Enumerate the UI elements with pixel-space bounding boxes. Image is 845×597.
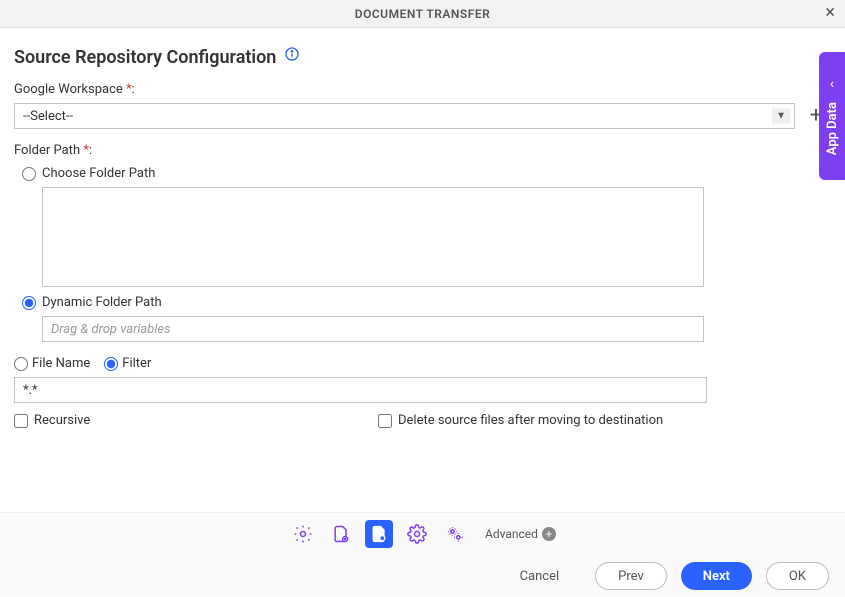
section-header: Source Repository Configuration [14,46,827,68]
folder-path-box[interactable] [42,187,704,287]
footer: Advanced + Cancel Prev Next OK [0,512,845,596]
chevron-left-icon: ‹ [830,76,834,92]
dynamic-folder-input[interactable]: Drag & drop variables [42,316,704,342]
workspace-label: Google Workspace *: [14,82,827,97]
footer-buttons: Cancel Prev Next OK [0,555,845,597]
delete-source-label[interactable]: Delete source files after moving to dest… [398,413,663,428]
document-out-icon[interactable] [327,520,355,548]
delete-source-checkbox[interactable] [378,414,392,428]
advanced-button[interactable]: Advanced + [485,527,556,541]
file-name-label[interactable]: File Name [32,356,90,371]
filter-radio[interactable] [104,357,118,371]
workspace-select[interactable]: --Select-- ▼ [14,103,795,129]
prev-button[interactable]: Prev [595,562,667,590]
workspace-field: Google Workspace *: --Select-- ▼ + [14,82,827,129]
filter-label[interactable]: Filter [122,356,151,371]
close-icon[interactable]: × [825,4,835,22]
folder-path-field: Folder Path *: Choose Folder Path Dynami… [14,143,827,342]
cancel-button[interactable]: Cancel [498,562,582,590]
choose-folder-label[interactable]: Choose Folder Path [42,166,155,181]
gear-outline-icon[interactable] [403,520,431,548]
chevron-down-icon: ▼ [772,109,790,124]
dynamic-folder-placeholder: Drag & drop variables [51,322,171,337]
dynamic-folder-radio-row: Dynamic Folder Path [22,295,827,310]
choose-folder-radio-row: Choose Folder Path [22,166,827,181]
recursive-row: Recursive [14,413,378,428]
section-title: Source Repository Configuration [14,47,276,68]
plus-circle-icon: + [542,527,556,541]
gears-icon[interactable] [441,520,469,548]
dynamic-folder-radio[interactable] [22,296,36,310]
advanced-text: Advanced [485,527,538,541]
filter-radio-group: Filter [104,356,151,371]
folder-path-label: Folder Path *: [14,143,827,158]
ok-button[interactable]: OK [766,562,829,590]
file-filter-row: File Name Filter [14,356,827,371]
recursive-checkbox[interactable] [14,414,28,428]
choose-folder-radio[interactable] [22,167,36,181]
dialog-title: DOCUMENT TRANSFER [355,7,491,21]
app-data-tab[interactable]: ‹ App Data [819,52,845,180]
delete-source-row: Delete source files after moving to dest… [378,413,663,428]
file-name-radio[interactable] [14,357,28,371]
footer-toolbar: Advanced + [0,513,845,555]
document-settings-icon[interactable] [365,520,393,548]
file-name-radio-group: File Name [14,356,90,371]
content-area: Source Repository Configuration Google W… [0,28,845,428]
filter-input[interactable] [14,377,707,403]
info-icon[interactable] [284,46,300,62]
dynamic-folder-label[interactable]: Dynamic Folder Path [42,295,162,310]
app-data-label: App Data [825,102,840,155]
gear-icon[interactable] [289,520,317,548]
recursive-label[interactable]: Recursive [34,413,90,428]
dialog-header: DOCUMENT TRANSFER × [0,0,845,28]
checkbox-container: Recursive Delete source files after movi… [14,403,707,428]
next-button[interactable]: Next [681,562,752,590]
workspace-select-row: --Select-- ▼ + [14,103,827,129]
workspace-select-value: --Select-- [23,109,73,124]
